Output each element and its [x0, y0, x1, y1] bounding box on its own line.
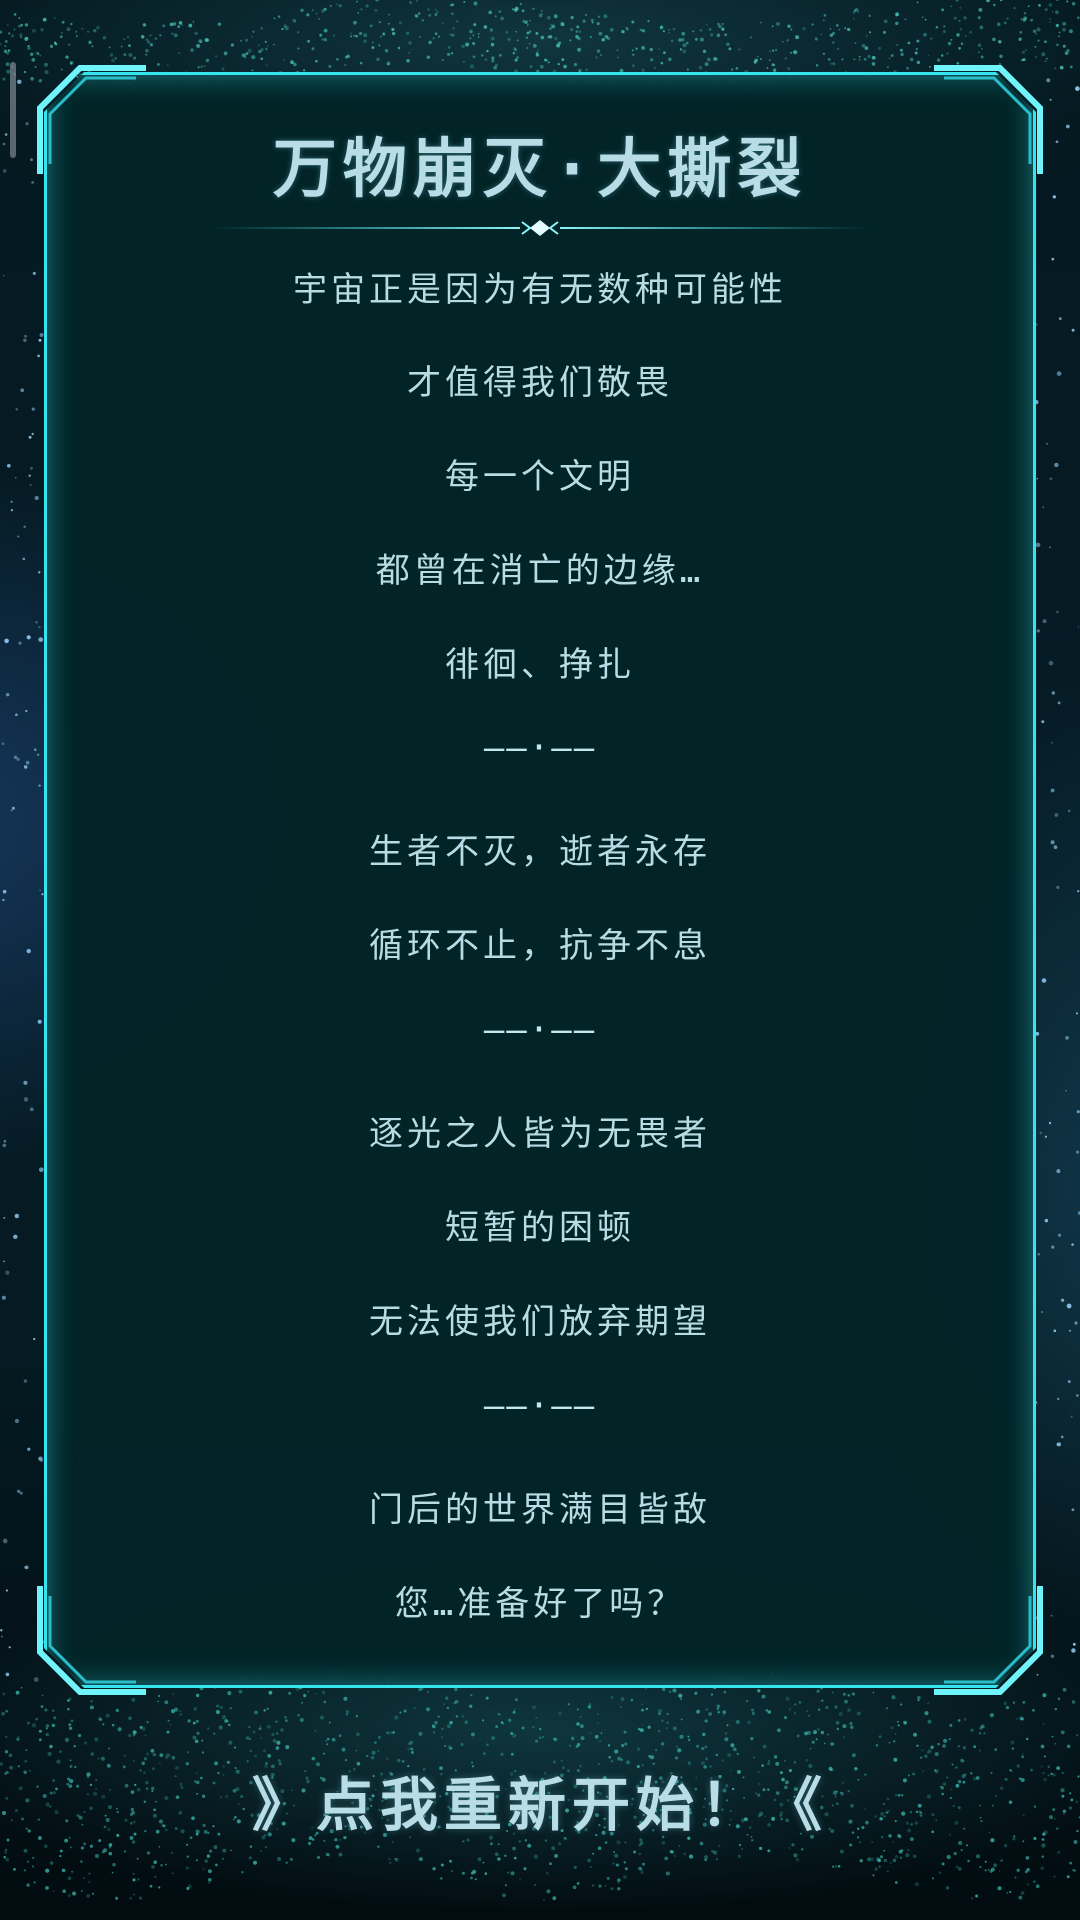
story-line: 宇宙正是因为有无数种可能性 — [293, 270, 787, 310]
story-separator: ——·—— — [483, 728, 597, 768]
story-line: 徘徊、挣扎 — [445, 645, 635, 685]
story-line: 生者不灭，逝者永存 — [369, 832, 711, 872]
story-line: 每一个文明 — [445, 457, 635, 497]
story-line: 短暂的困顿 — [445, 1208, 635, 1248]
story-line: 逐光之人皆为无畏者 — [369, 1114, 711, 1154]
story-line: 都曾在消亡的边缘… — [375, 551, 705, 591]
story-panel — [44, 72, 1036, 1688]
story-line: 无法使我们放弃期望 — [369, 1302, 711, 1342]
story-separator: ——·—— — [483, 1386, 597, 1426]
game-over-screen: 万物崩灭·大撕裂 宇宙正是因为有无数种可能性 才值得我们敬畏 每一个文明 都曾在… — [0, 0, 1080, 1920]
page-title: 万物崩灭·大撕裂 — [272, 133, 808, 207]
story-separator: ——·—— — [483, 1010, 597, 1050]
title-divider-ornament — [210, 220, 870, 236]
story-line: 循环不止，抗争不息 — [369, 926, 711, 966]
story-line: 才值得我们敬畏 — [407, 363, 673, 403]
restart-button[interactable]: 》点我重新开始！《 — [0, 1758, 1080, 1842]
story-line: 您…准备好了吗？ — [394, 1584, 686, 1624]
story-line: 门后的世界满目皆敌 — [369, 1490, 711, 1530]
